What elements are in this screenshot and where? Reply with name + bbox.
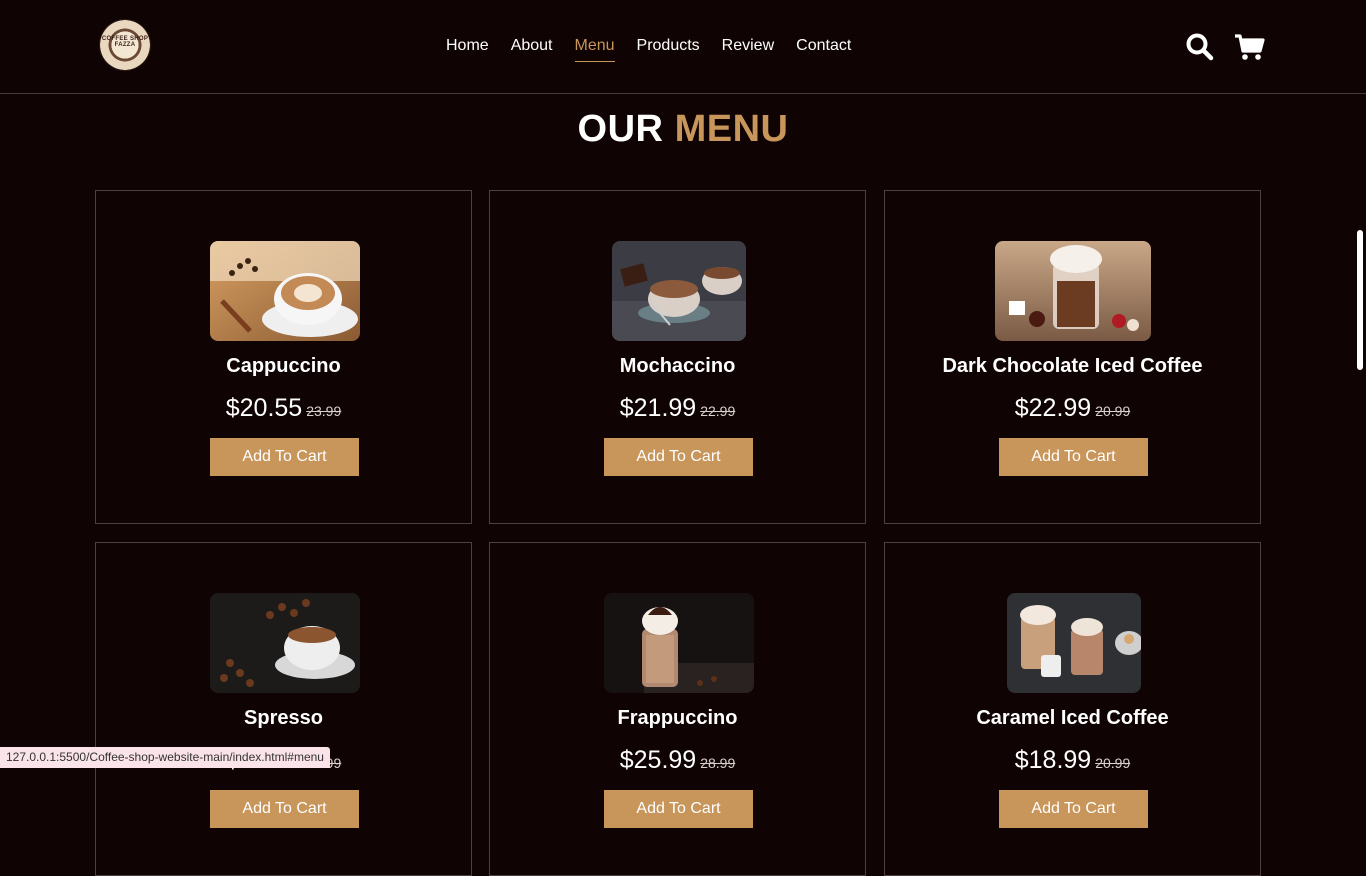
price: $20.55: [225, 394, 303, 422]
search-button[interactable]: [1183, 30, 1217, 64]
cart-icon: [1235, 34, 1265, 60]
nav-contact[interactable]: Contact: [796, 36, 851, 62]
product-image: [210, 241, 360, 341]
price: $18.99: [1014, 746, 1092, 774]
product-image: [604, 593, 754, 693]
nav-about[interactable]: About: [511, 36, 553, 62]
nav-menu[interactable]: Menu: [574, 36, 615, 62]
main-nav: Home About Menu Products Review Contact: [446, 36, 873, 62]
price-row: $22.99 20.99: [885, 394, 1260, 423]
product-name: Frappuccino: [617, 707, 738, 729]
old-price: 20.99: [1095, 755, 1131, 771]
add-to-cart-button[interactable]: Add To Cart: [210, 790, 359, 828]
search-icon: [1186, 33, 1214, 61]
product-name: Caramel Iced Coffee: [976, 707, 1169, 729]
price: $22.99: [1014, 394, 1092, 422]
product-image: [1007, 593, 1141, 693]
product-name: Dark Chocolate Iced Coffee: [942, 355, 1203, 377]
add-to-cart-button[interactable]: Add To Cart: [999, 790, 1148, 828]
old-price: 20.99: [1095, 403, 1131, 419]
old-price: 23.99: [306, 403, 342, 419]
menu-card: Spresso $22.9923.99 Add To Cart: [95, 542, 472, 876]
title-main: OUR: [577, 108, 664, 150]
scrollbar-thumb[interactable]: [1357, 230, 1363, 370]
menu-card: Dark Chocolate Iced Coffee $22.99 20.99 A…: [884, 190, 1261, 524]
add-to-cart-button[interactable]: Add To Cart: [604, 790, 753, 828]
logo-text: COFFEE SHOP FAZZA: [101, 36, 149, 48]
cart-button[interactable]: [1233, 30, 1267, 64]
menu-card: Cappuccino $20.55 23.99 Add To Cart: [95, 190, 472, 524]
menu-card: Frappuccino $25.99 28.99 Add To Cart: [489, 542, 866, 876]
price: $25.99: [619, 746, 697, 774]
old-price: 28.99: [700, 755, 736, 771]
add-to-cart-button[interactable]: Add To Cart: [999, 438, 1148, 476]
add-to-cart-button[interactable]: Add To Cart: [604, 438, 753, 476]
logo[interactable]: COFFEE SHOP FAZZA: [100, 20, 150, 70]
site-header: COFFEE SHOP FAZZA Home About Menu Produc…: [0, 0, 1366, 94]
nav-products[interactable]: Products: [637, 36, 700, 62]
price-row: $20.55 23.99: [96, 394, 471, 423]
price: $21.99: [619, 394, 697, 422]
product-name: Cappuccino: [226, 355, 341, 377]
price-row: $21.99 22.99: [490, 394, 865, 423]
nav-review[interactable]: Review: [722, 36, 774, 62]
section-title: OUR MENU: [0, 108, 1366, 151]
add-to-cart-button[interactable]: Add To Cart: [210, 438, 359, 476]
title-accent: MENU: [674, 108, 789, 150]
nav-home[interactable]: Home: [446, 36, 489, 62]
menu-card: Mochaccino $21.99 22.99 Add To Cart: [489, 190, 866, 524]
product-image: [210, 593, 360, 693]
price-row: $25.99 28.99: [490, 746, 865, 775]
menu-card: Caramel Iced Coffee $18.99 20.99 Add To C…: [884, 542, 1261, 876]
price-row: $18.99 20.99: [885, 746, 1260, 775]
status-bar-url: 127.0.0.1:5500/Coffee-shop-website-main/…: [0, 747, 330, 768]
product-image: [612, 241, 746, 341]
product-name: Spresso: [244, 707, 323, 729]
old-price: 22.99: [700, 403, 736, 419]
product-name: Mochaccino: [619, 355, 736, 377]
product-image: [995, 241, 1151, 341]
